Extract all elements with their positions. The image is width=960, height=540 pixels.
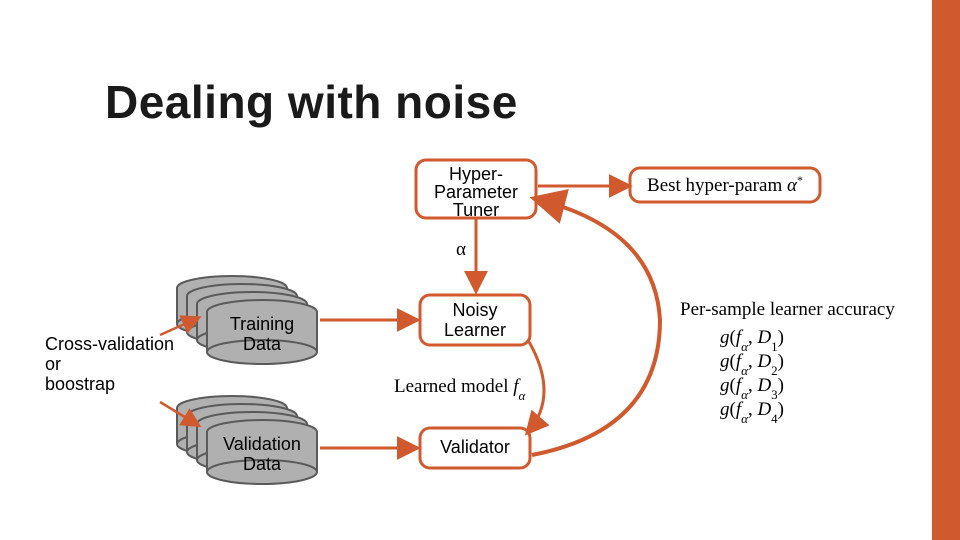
training-data-stack: Training Data xyxy=(177,276,317,364)
per-sample-accuracy-block: Per-sample learner accuracy g(fα, D1) g(… xyxy=(680,299,895,426)
noisy-learner-label-line2: Learner xyxy=(444,320,506,340)
diagram-canvas: Hyper- Parameter Tuner Best hyper-param … xyxy=(0,0,960,540)
noisy-learner-box: Noisy Learner xyxy=(420,295,530,345)
validator-box: Validator xyxy=(420,428,530,468)
svg-text:boostrap: boostrap xyxy=(45,374,115,394)
per-sample-heading: Per-sample learner accuracy xyxy=(680,299,895,320)
training-data-label-line1: Training xyxy=(230,314,294,334)
accuracy-line-1: g(fα, D1) xyxy=(720,327,784,354)
hyper-parameter-tuner-label-line1: Hyper- xyxy=(449,164,503,184)
slide: Dealing with noise Hyper- Parameter Tune… xyxy=(0,0,960,540)
accuracy-line-3: g(fα, D3) xyxy=(720,375,784,402)
accuracy-line-4: g(fα, D4) xyxy=(720,399,784,426)
best-hyperparam-box: Best hyper-param α* xyxy=(630,168,820,202)
training-data-label-line2: Data xyxy=(243,334,282,354)
svg-text:Cross-validation: Cross-validation xyxy=(45,334,174,354)
hyper-parameter-tuner-label-line2: Parameter xyxy=(434,182,518,202)
noisy-learner-label-line1: Noisy xyxy=(452,300,497,320)
svg-text:or: or xyxy=(45,354,61,374)
validation-data-label-line2: Data xyxy=(243,454,282,474)
cross-validation-label: Cross-validation or boostrap xyxy=(45,334,174,394)
validation-data-stack: Validation Data xyxy=(177,396,317,484)
best-hyperparam-label: Best hyper-param α* xyxy=(647,173,803,196)
validation-data-label-line1: Validation xyxy=(223,434,301,454)
hyper-parameter-tuner-box: Hyper- Parameter Tuner xyxy=(416,160,536,220)
learned-model-label: Learned model fα xyxy=(394,376,527,403)
arrow-validator-to-tuner xyxy=(532,200,660,455)
arrow-learner-to-validator xyxy=(528,340,544,432)
validator-label: Validator xyxy=(440,437,510,457)
hyper-parameter-tuner-label-line3: Tuner xyxy=(453,200,499,220)
accuracy-line-2: g(fα, D2) xyxy=(720,351,784,378)
alpha-label: α xyxy=(456,239,466,260)
